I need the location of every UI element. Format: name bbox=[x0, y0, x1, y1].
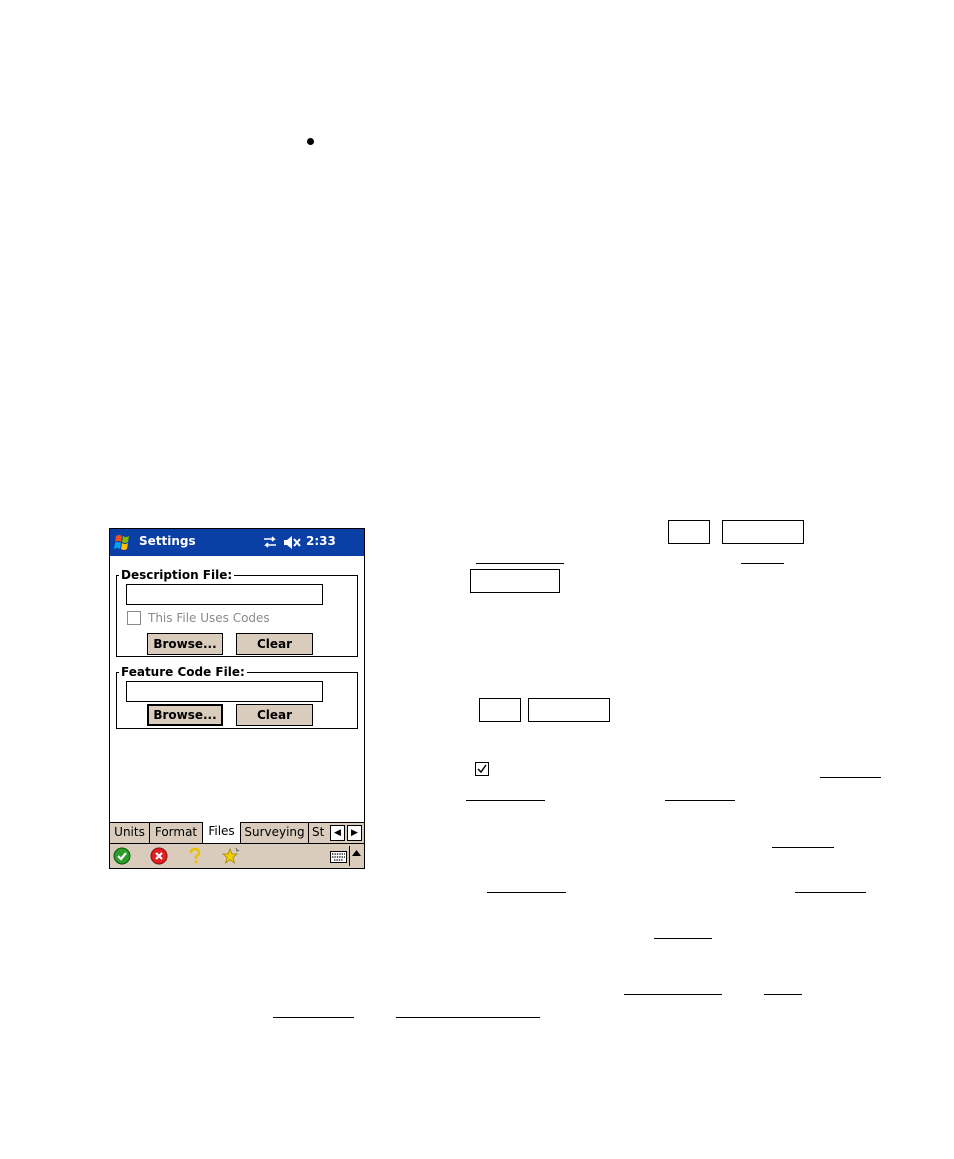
tab-scroll-left-icon[interactable]: ◀ bbox=[330, 825, 345, 841]
underline bbox=[764, 994, 802, 995]
underline bbox=[665, 800, 735, 801]
underline bbox=[741, 563, 784, 564]
feature-code-file-legend: Feature Code File: bbox=[119, 665, 247, 679]
underline bbox=[396, 1017, 540, 1018]
underline bbox=[476, 563, 564, 564]
key-box-4 bbox=[479, 698, 521, 722]
device-screenshot: Settings 2:33 Description File: This Fil… bbox=[109, 528, 365, 869]
uses-codes-checkbox[interactable] bbox=[127, 611, 141, 625]
bullet-point bbox=[307, 138, 314, 145]
underline bbox=[772, 847, 834, 848]
tab-format[interactable]: Format bbox=[150, 823, 203, 843]
tab-files[interactable]: Files bbox=[203, 822, 241, 844]
checkmark-box-icon bbox=[475, 762, 489, 776]
description-browse-button[interactable]: Browse... bbox=[147, 633, 223, 655]
clock[interactable]: 2:33 bbox=[306, 534, 336, 548]
connectivity-icon[interactable] bbox=[262, 535, 278, 550]
underline bbox=[795, 892, 866, 893]
tab-st[interactable]: St bbox=[309, 823, 328, 843]
underline bbox=[466, 800, 545, 801]
uses-codes-label: This File Uses Codes bbox=[148, 611, 270, 625]
key-box-1 bbox=[668, 520, 710, 544]
keyboard-icon[interactable] bbox=[330, 851, 347, 863]
underline bbox=[273, 1017, 354, 1018]
key-box-5 bbox=[528, 698, 610, 722]
key-box-3 bbox=[470, 569, 560, 593]
tab-scroll-right-icon[interactable]: ▶ bbox=[347, 825, 362, 841]
cancel-icon[interactable] bbox=[150, 847, 168, 865]
tab-bar: Units Format Files Surveying St ◀ ▶ bbox=[110, 822, 364, 844]
key-box-2 bbox=[722, 520, 804, 544]
underline bbox=[624, 994, 722, 995]
window-title: Settings bbox=[139, 534, 196, 548]
help-icon[interactable] bbox=[186, 847, 204, 865]
feature-clear-button[interactable]: Clear bbox=[236, 704, 313, 726]
underline bbox=[654, 938, 712, 939]
speaker-muted-icon[interactable] bbox=[283, 535, 301, 550]
tab-units[interactable]: Units bbox=[110, 823, 150, 843]
description-clear-button[interactable]: Clear bbox=[236, 633, 313, 655]
description-file-input[interactable] bbox=[126, 584, 323, 605]
favorites-icon[interactable] bbox=[222, 847, 240, 865]
title-bar: Settings 2:33 bbox=[110, 529, 364, 556]
feature-code-file-input[interactable] bbox=[126, 681, 323, 702]
description-file-legend: Description File: bbox=[119, 568, 235, 582]
feature-browse-button[interactable]: Browse... bbox=[147, 704, 223, 726]
tab-surveying[interactable]: Surveying bbox=[241, 823, 309, 843]
input-panel-arrow-icon[interactable] bbox=[352, 850, 361, 856]
ok-icon[interactable] bbox=[113, 847, 131, 865]
menu-divider bbox=[349, 846, 350, 866]
underline bbox=[820, 777, 881, 778]
windows-start-icon[interactable] bbox=[112, 531, 135, 554]
underline bbox=[487, 892, 566, 893]
menu-bar bbox=[110, 843, 364, 868]
